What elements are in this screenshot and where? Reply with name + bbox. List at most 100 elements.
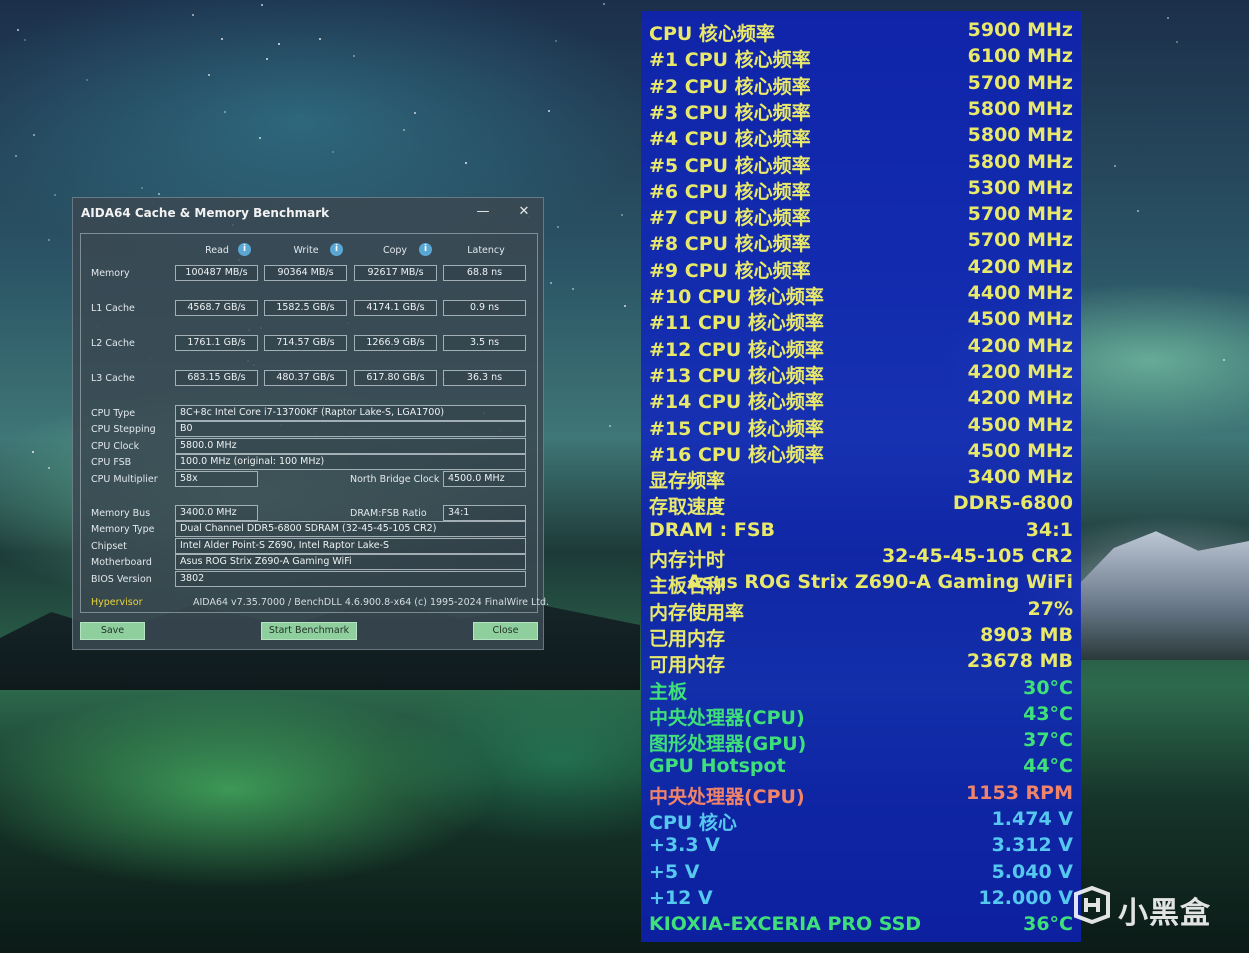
osd-row: KIOXIA-EXCERIA PRO SSD 36°C — [641, 913, 1081, 939]
star-dot — [86, 79, 89, 81]
star-dot — [602, 3, 605, 6]
osd-row-label: 内存使用率 — [649, 601, 745, 624]
latency-header: Latency — [467, 245, 505, 256]
osd-row-label: #11 CPU 核心频率 — [649, 312, 824, 335]
copy-info-icon[interactable]: i — [419, 243, 432, 256]
osd-row-label: 主板 — [649, 680, 688, 703]
osd-row-value: 37°C — [1023, 729, 1073, 752]
osd-row-label: KIOXIA-EXCERIA PRO SSD — [649, 913, 922, 936]
star-dot — [549, 281, 552, 284]
save-button[interactable]: Save — [80, 622, 145, 640]
osd-row-value: 4200 MHz — [967, 387, 1073, 410]
osd-row-value: 1153 RPM — [966, 781, 1073, 804]
bios-version-label: BIOS Version — [91, 574, 152, 585]
osd-row: 已用内存 8903 MB — [641, 624, 1081, 650]
osd-row: #13 CPU 核心频率 4200 MHz — [641, 361, 1081, 387]
motherboard-label: Motherboard — [91, 557, 152, 568]
osd-row: 可用内存 23678 MB — [641, 650, 1081, 676]
hypervisor-link[interactable]: Hypervisor — [91, 597, 142, 608]
star-dot — [23, 39, 26, 42]
osd-row: +3.3 V 3.312 V — [641, 834, 1081, 860]
osd-row-value: 5800 MHz — [967, 150, 1073, 173]
start-benchmark-button[interactable]: Start Benchmark — [261, 622, 357, 640]
osd-row-value: 3400 MHz — [967, 466, 1073, 489]
osd-row-label: +5 V — [649, 860, 700, 883]
osd-row: #12 CPU 核心频率 4200 MHz — [641, 335, 1081, 361]
star-dot — [571, 287, 574, 290]
l3-copy-value: 617.80 GB/s — [354, 370, 437, 386]
osd-row: 内存计时 32-45-45-105 CR2 — [641, 545, 1081, 571]
l1-latency-value: 0.9 ns — [443, 300, 526, 316]
cpu-multiplier-value: 58x — [175, 471, 258, 487]
star-dot — [319, 37, 322, 40]
read-info-icon[interactable]: i — [238, 243, 251, 256]
star-dot — [265, 57, 268, 60]
osd-row-value: 4500 MHz — [967, 308, 1073, 331]
osd-row-label: +3.3 V — [649, 834, 720, 857]
l3-cache-row-label: L3 Cache — [91, 373, 135, 384]
star-dot — [47, 466, 50, 469]
osd-row-value: 34:1 — [1025, 518, 1073, 541]
osd-row: CPU 核心频率 5900 MHz — [641, 19, 1081, 45]
aida64-window: AIDA64 Cache & Memory Benchmark — ✕ Read… — [72, 197, 549, 650]
close-button[interactable]: Close — [473, 622, 538, 640]
osd-row-value: 4200 MHz — [967, 360, 1073, 383]
star-dot — [555, 39, 558, 42]
osd-row: #6 CPU 核心频率 5300 MHz — [641, 177, 1081, 203]
l2-copy-value: 1266.9 GB/s — [354, 335, 437, 351]
osd-row: #3 CPU 核心频率 5800 MHz — [641, 98, 1081, 124]
star-dot — [191, 14, 194, 17]
osd-row-label: #1 CPU 核心频率 — [649, 49, 811, 72]
star-dot — [15, 155, 18, 158]
osd-row: #16 CPU 核心频率 4500 MHz — [641, 440, 1081, 466]
osd-row-value: 1.474 V — [991, 808, 1073, 830]
osd-row-value: 27% — [1027, 597, 1073, 620]
osd-row-label: #16 CPU 核心频率 — [649, 443, 824, 466]
cpu-clock-label: CPU Clock — [91, 441, 140, 452]
watermark: 小黑盒 — [1072, 884, 1222, 931]
osd-row-label: #14 CPU 核心频率 — [649, 391, 824, 414]
osd-row-value: 44°C — [1023, 755, 1073, 778]
star-dot — [353, 55, 356, 58]
close-window-button[interactable]: ✕ — [512, 202, 536, 222]
star-dot — [556, 225, 559, 228]
star-dot — [224, 110, 227, 113]
osd-row-value: 12.000 V — [978, 886, 1073, 909]
star-dot — [17, 29, 20, 32]
osd-row: #1 CPU 核心频率 6100 MHz — [641, 45, 1081, 71]
osd-row-value: 5700 MHz — [967, 229, 1073, 252]
osd-row: 内存使用率 27% — [641, 598, 1081, 624]
osd-row: GPU Hotspot 44°C — [641, 755, 1081, 781]
minimize-button[interactable]: — — [471, 202, 495, 222]
star-dot — [140, 187, 143, 190]
memory-type-label: Memory Type — [91, 524, 155, 535]
bios-version-value: 3802 — [175, 571, 526, 587]
star-dot — [620, 213, 623, 216]
title-bar[interactable]: AIDA64 Cache & Memory Benchmark — ✕ — [73, 198, 543, 228]
osd-row: 图形处理器(GPU) 37°C — [641, 729, 1081, 755]
north-bridge-clock-value: 4500.0 MHz — [443, 471, 526, 487]
osd-row: #5 CPU 核心频率 5800 MHz — [641, 151, 1081, 177]
osd-row-value: 32-45-45-105 CR2 — [881, 545, 1073, 567]
osd-row: +12 V 12.000 V — [641, 887, 1081, 913]
l1-copy-value: 4174.1 GB/s — [354, 300, 437, 316]
dram-fsb-ratio-value: 34:1 — [443, 505, 526, 521]
osd-row-label: 中央处理器(CPU) — [649, 706, 805, 729]
star-dot — [1113, 165, 1116, 168]
l3-read-value: 683.15 GB/s — [175, 370, 258, 386]
osd-row: #10 CPU 核心频率 4400 MHz — [641, 282, 1081, 308]
l1-write-value: 1582.5 GB/s — [264, 300, 347, 316]
write-info-icon[interactable]: i — [330, 243, 343, 256]
osd-row: 显存频率 3400 MHz — [641, 466, 1081, 492]
osd-row-value: 8903 MB — [980, 623, 1073, 646]
hardware-monitor-overlay: CPU 核心频率 5900 MHz #1 CPU 核心频率 6100 MHz #2 CP… — [641, 11, 1081, 942]
memory-type-value: Dual Channel DDR5-6800 SDRAM (32-45-45-1… — [175, 521, 526, 537]
star-dot — [157, 192, 160, 195]
motherboard-value: Asus ROG Strix Z690-A Gaming WiFi — [175, 554, 526, 570]
star-dot — [54, 193, 57, 196]
osd-row-label: #6 CPU 核心频率 — [649, 180, 811, 203]
osd-row-label: #12 CPU 核心频率 — [649, 338, 824, 361]
osd-row-label: #8 CPU 核心频率 — [649, 233, 811, 256]
cpu-multiplier-label: CPU Multiplier — [91, 474, 158, 485]
osd-row-label: GPU Hotspot — [649, 755, 786, 778]
